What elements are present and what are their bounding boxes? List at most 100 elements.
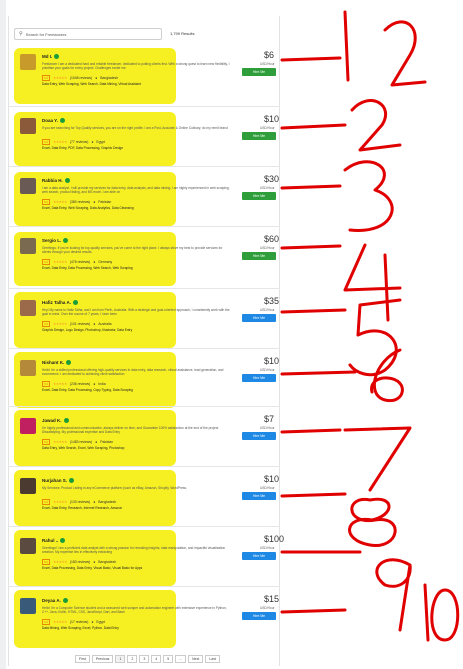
arrow-1 — [280, 56, 342, 62]
avatar[interactable] — [20, 598, 36, 614]
freelancer-card[interactable]: Rabbia H. I am a data analyst. I will pr… — [10, 168, 279, 228]
annotation-3 — [343, 160, 394, 232]
avatar[interactable] — [20, 538, 36, 554]
freelancer-card[interactable]: Nurjahan S. My Services: Product Listing… — [10, 468, 279, 528]
search-input[interactable]: ⚲ Search for Freelancers — [14, 28, 162, 40]
avatar[interactable] — [20, 360, 36, 376]
star-rating: ★★★★★ — [53, 440, 67, 444]
rating-badge: 5.0 — [42, 75, 51, 81]
freelancer-card[interactable]: Doaa Y. If you are searching for Top Qua… — [10, 108, 279, 168]
freelancer-description: Hello! I'm a Computer Science student an… — [42, 606, 227, 615]
search-placeholder: Search for Freelancers — [25, 31, 67, 37]
freelancer-meta: 5.0 ★★★★★ (77 reviews) ● Egypt — [42, 139, 105, 145]
freelancer-description: I'm highly professional and communicativ… — [42, 426, 220, 435]
page-1[interactable]: 1 — [115, 655, 126, 663]
page-2[interactable]: 2 — [127, 655, 138, 663]
avatar[interactable] — [20, 118, 36, 134]
avatar[interactable] — [20, 178, 36, 194]
location-pin-icon: ● — [95, 440, 98, 444]
review-count: (236 reviews) — [69, 382, 91, 386]
hourly-rate: $7 — [264, 414, 275, 424]
review-count: (476 reviews) — [69, 260, 91, 264]
star-rating: ★★★★★ — [53, 200, 67, 204]
hire-me-button[interactable]: Hire Me — [242, 314, 276, 322]
avatar[interactable] — [20, 418, 36, 434]
rate-unit: USD/Hour — [260, 606, 275, 610]
verified-icon — [59, 118, 65, 124]
location: Germany — [98, 260, 113, 264]
annotation-8 — [348, 497, 397, 547]
verified-icon — [64, 178, 70, 184]
star-rating: ★★★★★ — [53, 620, 67, 624]
hourly-rate: $10 — [264, 356, 280, 366]
freelancer-meta: 5.0 ★★★★★ (183 reviews) ● Bangladesh — [42, 559, 116, 565]
avatar[interactable] — [20, 300, 36, 316]
freelancer-meta: 5.0 ★★★★★ (236 reviews) ● India — [42, 381, 106, 387]
arrow-7 — [280, 428, 342, 434]
hire-me-button[interactable]: Hire Me — [242, 432, 276, 440]
hire-me-button[interactable]: Hire Me — [242, 552, 276, 560]
hire-me-button[interactable]: Hire Me — [242, 252, 276, 260]
avatar[interactable] — [20, 238, 36, 254]
freelancer-name[interactable]: Deyaa A. — [42, 598, 68, 604]
page-next[interactable]: Next — [188, 655, 204, 663]
location: Pakistan — [98, 200, 112, 204]
star-rating: ★★★★★ — [53, 500, 67, 504]
hire-me-button[interactable]: Hire Me — [242, 492, 276, 500]
freelancer-card[interactable]: Nishant K. Hello! I'm a skilled professi… — [10, 350, 280, 410]
annotation-1 — [343, 10, 350, 82]
hire-me-button[interactable]: Hire Me — [242, 612, 276, 620]
annotation-2b — [350, 99, 402, 152]
freelancer-card[interactable]: Rahul .. Greetings! I am a proficient da… — [10, 528, 284, 588]
avatar[interactable] — [20, 54, 36, 70]
arrow-6 — [280, 370, 357, 376]
location-pin-icon: ● — [93, 200, 96, 204]
freelancer-name[interactable]: Jawad K. — [42, 418, 69, 424]
verified-icon — [54, 54, 60, 60]
freelancer-name[interactable]: Doaa Y. — [42, 118, 65, 124]
page-4[interactable]: 4 — [151, 655, 162, 663]
freelancer-card[interactable]: Sergio L. Greetings. If you're looking f… — [10, 228, 279, 288]
rate-unit: USD/Hour — [260, 246, 275, 250]
page-last[interactable]: Last — [205, 655, 220, 663]
rating-badge: 5.0 — [42, 259, 51, 265]
page-5[interactable]: 5 — [163, 655, 174, 663]
rating-badge: 5.0 — [42, 139, 51, 145]
annotation-5 — [348, 298, 402, 377]
verified-icon — [66, 360, 72, 366]
freelancer-card[interactable]: Deyaa A. Hello! I'm a Computer Science s… — [10, 588, 279, 648]
star-rating: ★★★★★ — [53, 76, 67, 80]
page-3[interactable]: 3 — [139, 655, 150, 663]
rating-badge: 5.0 — [42, 619, 51, 625]
freelancer-name[interactable]: Rahul .. — [42, 538, 66, 544]
rate-unit: USD/Hour — [260, 62, 275, 66]
hire-me-button[interactable]: Hire Me — [242, 192, 276, 200]
freelancer-name[interactable]: Nishant K. — [42, 360, 72, 366]
location: Bangladesh — [100, 76, 119, 80]
hire-me-button[interactable]: Hire Me — [242, 374, 276, 382]
rate-unit: USD/Hour — [260, 486, 275, 490]
freelancer-name[interactable]: Rabbia H. — [42, 178, 70, 184]
hire-me-button[interactable]: Hire Me — [242, 68, 276, 76]
annotation-10 — [423, 583, 460, 642]
annotation-2 — [383, 20, 427, 87]
row-divider — [8, 106, 280, 107]
hire-me-button[interactable]: Hire Me — [242, 132, 276, 140]
freelancer-card[interactable]: Hafiz Talha A. Hey! My name is Hafiz Tal… — [10, 290, 279, 350]
yellow-highlight — [14, 352, 176, 408]
freelancer-name[interactable]: Nurjahan S. — [42, 478, 75, 484]
freelancer-name[interactable]: Sergio L. — [42, 238, 69, 244]
freelancer-card[interactable]: Md I. Freelancer I am a dedicated hard a… — [10, 44, 278, 104]
freelancer-description: Greetings! I am a proficient data analys… — [42, 546, 226, 555]
freelancer-name[interactable]: Hafiz Talha A. — [42, 300, 79, 306]
freelancer-name[interactable]: Md I. — [42, 54, 60, 60]
location-pin-icon: ● — [93, 382, 96, 386]
yellow-highlight — [14, 470, 176, 526]
arrow-3 — [280, 184, 342, 190]
avatar[interactable] — [20, 478, 36, 494]
freelancer-card[interactable]: Jawad K. I'm highly professional and com… — [10, 408, 278, 468]
page-previous[interactable]: Previous — [91, 655, 114, 663]
page-first[interactable]: First — [75, 655, 90, 663]
skill-categories: Excel, Data Processing, Data Entry, Visu… — [42, 566, 143, 570]
freelancer-meta: 5.0 ★★★★★ (101 reviews) ● Australia — [42, 321, 112, 327]
